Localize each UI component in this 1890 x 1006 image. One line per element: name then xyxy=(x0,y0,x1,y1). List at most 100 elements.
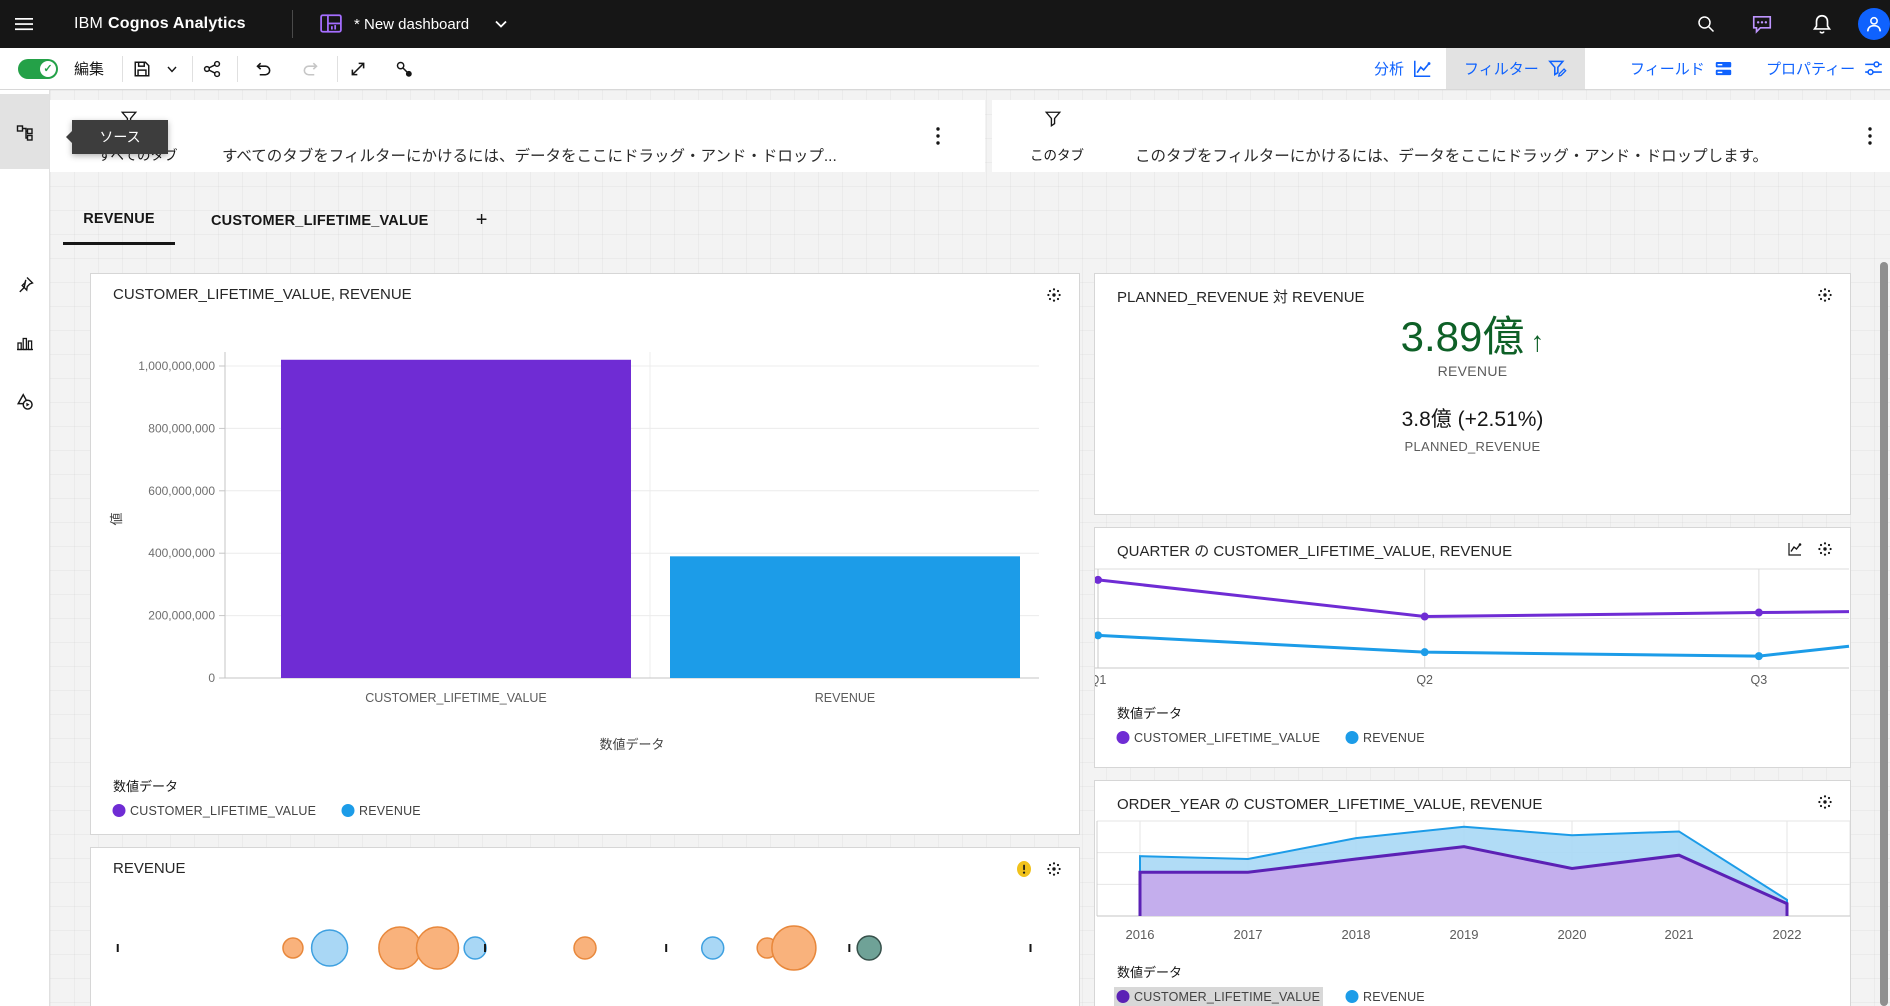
x-tick-label: 2017 xyxy=(1234,927,1263,942)
legend-swatch[interactable] xyxy=(1116,731,1130,744)
redo-icon xyxy=(303,62,318,76)
expand-button[interactable] xyxy=(346,48,370,89)
bubble-point[interactable] xyxy=(573,936,597,960)
legend-title: 数値データ xyxy=(113,779,178,794)
dropzone-menu-button[interactable] xyxy=(928,120,948,152)
data-tick[interactable] xyxy=(484,944,487,952)
x-tick-label: Q3 xyxy=(1751,673,1768,687)
legend-swatch[interactable] xyxy=(1345,990,1359,1003)
data-point[interactable] xyxy=(1754,608,1763,617)
redo-button[interactable] xyxy=(300,48,324,89)
dropzone-menu-button[interactable] xyxy=(1860,120,1880,152)
tab-customer-lifetime-value[interactable]: CUSTOMER_LIFETIME_VALUE xyxy=(201,196,439,245)
brand: IBM Cognos Analytics xyxy=(74,0,246,48)
bubble-point[interactable] xyxy=(378,926,422,970)
kpi-body: 3.89億 ↑ REVENUE 3.8億 (+2.51%) PLANNED_REV… xyxy=(1095,313,1850,454)
sources-tooltip: ソース xyxy=(66,120,168,154)
analysis-chart-icon xyxy=(1414,60,1431,77)
share-button[interactable] xyxy=(200,48,224,89)
bubble-point[interactable] xyxy=(771,925,817,971)
data-point[interactable] xyxy=(1420,648,1429,657)
save-menu-button[interactable] xyxy=(162,48,182,89)
select-tool-button[interactable] xyxy=(392,48,416,89)
tab-properties-label: プロパティー xyxy=(1766,61,1856,78)
dashboard-name: * New dashboard xyxy=(354,15,470,33)
bar-CUSTOMER_LIFETIME_VALUE[interactable] xyxy=(281,359,631,678)
bubble-point[interactable] xyxy=(856,935,882,961)
bar-chart: 0 200,000,000 400,000,000 600,000,000 800,00… xyxy=(109,352,1039,818)
line-chart: Q1 Q2 Q3 数値データ CUSTOMER_LIFETIME_VALUE REVENU… xyxy=(1095,568,1850,745)
topbar-divider xyxy=(292,10,293,38)
save-button[interactable] xyxy=(130,48,154,89)
data-point[interactable] xyxy=(1420,612,1429,621)
area-chart: 2016 2017 2018 2019 2020 2021 2022 数値データ CUSTOME… xyxy=(1096,820,1850,1006)
sidebar-item-visualizations[interactable] xyxy=(0,314,49,372)
search-button[interactable] xyxy=(1682,0,1730,48)
bubble-point[interactable] xyxy=(463,936,487,960)
brand-product: Cognos Analytics xyxy=(108,15,246,32)
filter-dropzone-all-tabs[interactable]: すべてのタブ すべてのタブをフィルターにかけるには、データをここにドラッグ・アン… xyxy=(50,100,985,172)
dashboard-tabbar: REVENUE CUSTOMER_LIFETIME_VALUE + xyxy=(50,196,497,245)
legend-swatch[interactable] xyxy=(1345,731,1359,744)
legend-swatch[interactable] xyxy=(1116,990,1130,1003)
tab-properties[interactable]: プロパティー xyxy=(1748,48,1890,89)
save-icon xyxy=(134,61,150,76)
tab-filter[interactable]: フィルター xyxy=(1446,48,1585,89)
undo-button[interactable] xyxy=(250,48,274,89)
line-series-CUSTOMER_LIFETIME_VALUE[interactable] xyxy=(1097,578,1850,619)
data-tick[interactable] xyxy=(1029,944,1032,952)
left-sidebar xyxy=(0,90,50,1006)
bubble-point[interactable] xyxy=(700,936,725,960)
sidebar-item-widgets[interactable] xyxy=(0,372,49,430)
sidebar-item-sources[interactable] xyxy=(0,94,49,169)
chevron-down-icon xyxy=(167,66,177,73)
bubble-point[interactable] xyxy=(415,926,460,970)
card-bar-chart[interactable]: CUSTOMER_LIFETIME_VALUE, REVENUE 0 200,00… xyxy=(90,273,1080,835)
assistant-button[interactable] xyxy=(1738,0,1786,48)
insights-icon[interactable] xyxy=(1816,286,1834,304)
tab-analysis[interactable]: 分析 xyxy=(1356,48,1450,89)
card-bubble-chart[interactable]: REVENUE xyxy=(90,847,1080,1006)
svg-text:0: 0 xyxy=(208,671,215,685)
notifications-button[interactable] xyxy=(1798,0,1846,48)
properties-sliders-icon xyxy=(1865,61,1882,76)
sidebar-item-pins[interactable] xyxy=(0,256,49,314)
sources-icon xyxy=(16,124,33,141)
legend-item-label: REVENUE xyxy=(1363,731,1425,745)
data-point[interactable] xyxy=(1754,652,1763,661)
legend-swatch[interactable] xyxy=(341,804,355,817)
search-icon xyxy=(1698,16,1715,33)
tab-revenue[interactable]: REVENUE xyxy=(63,196,175,245)
bubble-point[interactable] xyxy=(310,929,349,967)
dashboard-icon xyxy=(320,14,342,33)
data-tick[interactable] xyxy=(848,944,851,952)
user-icon xyxy=(1867,16,1881,32)
card-line-chart[interactable]: QUARTER の CUSTOMER_LIFETIME_VALUE, REVEN… xyxy=(1094,527,1851,768)
legend-swatch[interactable] xyxy=(112,804,126,817)
x-tick-label: 2016 xyxy=(1126,927,1155,942)
undo-icon xyxy=(256,62,271,76)
tab-fields[interactable]: フィールド xyxy=(1612,48,1751,89)
data-point[interactable] xyxy=(1095,575,1102,584)
card-kpi[interactable]: PLANNED_REVENUE 対 REVENUE 3.89億 ↑ REVENUE… xyxy=(1094,273,1851,515)
data-tick[interactable] xyxy=(665,944,668,952)
edit-mode-toggle[interactable]: ✓ xyxy=(18,59,58,79)
bubble-chart xyxy=(116,925,1032,971)
dashboard-switcher[interactable]: * New dashboard xyxy=(320,0,511,48)
bar-REVENUE[interactable] xyxy=(670,556,1020,678)
avatar[interactable] xyxy=(1858,8,1890,40)
toolbar-separator xyxy=(122,56,123,82)
toolbar-separator xyxy=(192,56,193,82)
hamburger-menu-button[interactable] xyxy=(0,0,48,48)
add-tab-button[interactable]: + xyxy=(467,196,497,245)
filter-edit-icon xyxy=(1547,60,1567,77)
vertical-scrollbar[interactable] xyxy=(1880,262,1888,1006)
kpi-target-value: 3.8億 (+2.51%) xyxy=(1401,408,1544,432)
card-area-chart[interactable]: ORDER_YEAR の CUSTOMER_LIFETIME_VALUE, RE… xyxy=(1094,780,1851,1006)
data-point[interactable] xyxy=(1095,631,1102,640)
bubble-point[interactable] xyxy=(282,937,304,959)
data-tick[interactable] xyxy=(116,944,119,952)
filter-dropzone-this-tab[interactable]: このタブ このタブをフィルターにかけるには、データをここにドラッグ・アンド・ドロ… xyxy=(992,100,1890,172)
line-series-REVENUE[interactable] xyxy=(1097,633,1850,658)
toolbar-separator xyxy=(237,56,238,82)
